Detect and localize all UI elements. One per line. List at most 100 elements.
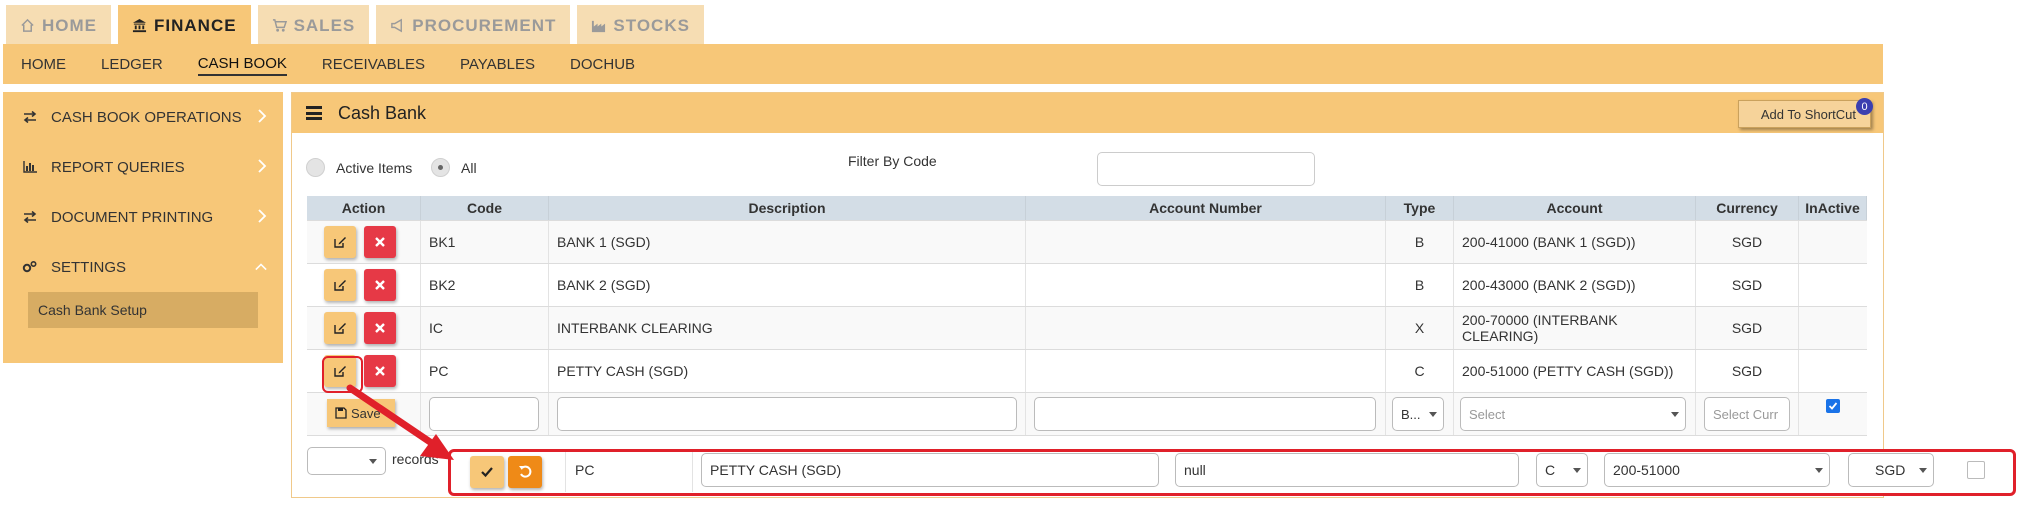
cell-description: INTERBANK CLEARING [549, 307, 1026, 349]
cell-code: BK2 [421, 264, 549, 306]
sidebar-item-document-printing[interactable]: DOCUMENT PRINTING [3, 192, 283, 242]
edit-type-value: C [1545, 462, 1556, 478]
inactive-checkbox[interactable] [1826, 399, 1840, 413]
exchange-icon [21, 108, 39, 126]
check-icon [481, 467, 493, 478]
cell-currency: SGD [1696, 264, 1799, 306]
module-tab-stocks[interactable]: STOCKS [577, 5, 704, 46]
edit-currency-select[interactable]: SGD [1848, 453, 1934, 487]
module-tab-finance[interactable]: FINANCE [118, 5, 251, 46]
subnav-payables[interactable]: PAYABLES [460, 54, 535, 75]
module-tab-sales[interactable]: SALES [257, 5, 370, 46]
cell-currency: SGD [1696, 350, 1799, 392]
cell-inactive [1799, 264, 1867, 306]
edit-account-number-input[interactable]: null [1175, 453, 1519, 487]
edit-account-select[interactable]: 200-51000 [1604, 453, 1830, 487]
sidebar-item-report-queries[interactable]: REPORT QUERIES [3, 142, 283, 192]
new-account-placeholder: Select [1469, 406, 1506, 422]
column-header-description[interactable]: Description [549, 196, 1026, 220]
chevron-down-icon [1671, 412, 1679, 417]
undo-edit-button[interactable] [508, 456, 542, 488]
filter-by-code-label: Filter By Code [848, 153, 937, 169]
new-description-input[interactable] [557, 397, 1017, 431]
radio-all[interactable] [431, 158, 450, 177]
edit-icon [334, 323, 346, 334]
menu-icon[interactable] [306, 106, 322, 120]
edit-button[interactable] [324, 312, 356, 344]
edit-inactive-checkbox[interactable] [1967, 461, 1985, 479]
module-tab-home[interactable]: HOME [6, 5, 111, 46]
cell-description: BANK 1 (SGD) [549, 221, 1026, 263]
radio-all-label: All [461, 160, 477, 176]
table-row: BK2 BANK 2 (SGD) B 200-43000 (BANK 2 (SG… [307, 264, 1867, 307]
cell-account-number [1026, 264, 1386, 306]
edit-type-select[interactable]: C [1536, 453, 1588, 487]
column-header-currency[interactable]: Currency [1696, 196, 1799, 220]
chevron-down-icon [1429, 412, 1437, 417]
delete-button[interactable] [364, 269, 396, 301]
cell-description: BANK 2 (SGD) [549, 264, 1026, 306]
add-to-shortcut-button[interactable]: Add To ShortCut 0 [1737, 98, 1873, 128]
column-header-type[interactable]: Type [1386, 196, 1454, 220]
sidebar-subitem-cash-bank-setup[interactable]: Cash Bank Setup [28, 292, 258, 328]
cart-icon [272, 19, 287, 32]
new-type-value: B... [1401, 406, 1421, 422]
module-tab-label: STOCKS [613, 15, 690, 35]
subnav-receivables[interactable]: RECEIVABLES [322, 54, 425, 75]
cell-type: C [1386, 350, 1454, 392]
table-row: BK1 BANK 1 (SGD) B 200-41000 (BANK 1 (SG… [307, 221, 1867, 264]
cell-code: BK1 [421, 221, 549, 263]
new-type-select[interactable]: B... [1392, 397, 1444, 431]
column-header-account[interactable]: Account [1454, 196, 1696, 220]
cell-currency: SGD [1696, 307, 1799, 349]
bullhorn-icon [391, 18, 403, 33]
chevron-right-icon [258, 109, 267, 123]
filter-by-code-input[interactable] [1097, 152, 1315, 186]
edit-icon [334, 237, 346, 248]
subnav-home[interactable]: HOME [21, 54, 66, 75]
cell-account-number [1026, 221, 1386, 263]
module-tabs: HOME FINANCE SALES PROCUREMENT STOCKS [6, 5, 704, 46]
new-currency-select[interactable]: Select Curr [1704, 397, 1790, 431]
close-icon [375, 366, 385, 376]
confirm-edit-button[interactable] [470, 456, 504, 488]
cell-inactive [1799, 221, 1867, 263]
edit-row-separator [565, 452, 566, 492]
edit-button[interactable] [324, 226, 356, 258]
annotation-arrow [346, 384, 454, 460]
edit-account-value: 200-51000 [1613, 462, 1680, 478]
chevron-down-icon [1573, 468, 1581, 473]
edit-button[interactable] [324, 269, 356, 301]
row-actions [307, 264, 421, 306]
module-tab-label: FINANCE [154, 15, 237, 35]
edit-icon [334, 280, 346, 291]
cell-description: PETTY CASH (SGD) [549, 350, 1026, 392]
cogs-icon [21, 258, 39, 276]
app-root: HOME FINANCE SALES PROCUREMENT STOCKS HO… [0, 0, 2021, 508]
module-tab-label: SALES [293, 15, 356, 35]
subnav-dochub[interactable]: DOCHUB [570, 54, 635, 75]
edit-currency-value: SGD [1875, 462, 1906, 478]
sidebar-item-label: DOCUMENT PRINTING [51, 208, 214, 226]
subnav-cash-book[interactable]: CASH BOOK [197, 53, 287, 76]
sidebar-item-label: SETTINGS [51, 258, 127, 276]
radio-active-items[interactable] [306, 158, 325, 177]
close-icon [375, 280, 385, 290]
column-header-code[interactable]: Code [421, 196, 549, 220]
edit-account-number-value: null [1184, 462, 1206, 478]
column-header-account-number[interactable]: Account Number [1026, 196, 1386, 220]
sidebar-item-cash-book-operations[interactable]: CASH BOOK OPERATIONS [3, 92, 283, 142]
chevron-down-icon [1919, 468, 1927, 473]
module-tab-procurement[interactable]: PROCUREMENT [376, 5, 571, 46]
sidebar-item-label: REPORT QUERIES [51, 158, 185, 176]
new-account-number-input[interactable] [1034, 397, 1376, 431]
table-row: PC PETTY CASH (SGD) C 200-51000 (PETTY C… [307, 350, 1867, 393]
delete-button[interactable] [364, 226, 396, 258]
column-header-inactive[interactable]: InActive [1799, 196, 1867, 220]
new-type-cell: B... [1386, 393, 1454, 435]
subnav-ledger[interactable]: LEDGER [101, 54, 163, 75]
delete-button[interactable] [364, 312, 396, 344]
new-account-select[interactable]: Select [1460, 397, 1686, 431]
edit-description-input[interactable]: PETTY CASH (SGD) [701, 453, 1159, 487]
sidebar-item-settings[interactable]: SETTINGS [3, 242, 283, 292]
